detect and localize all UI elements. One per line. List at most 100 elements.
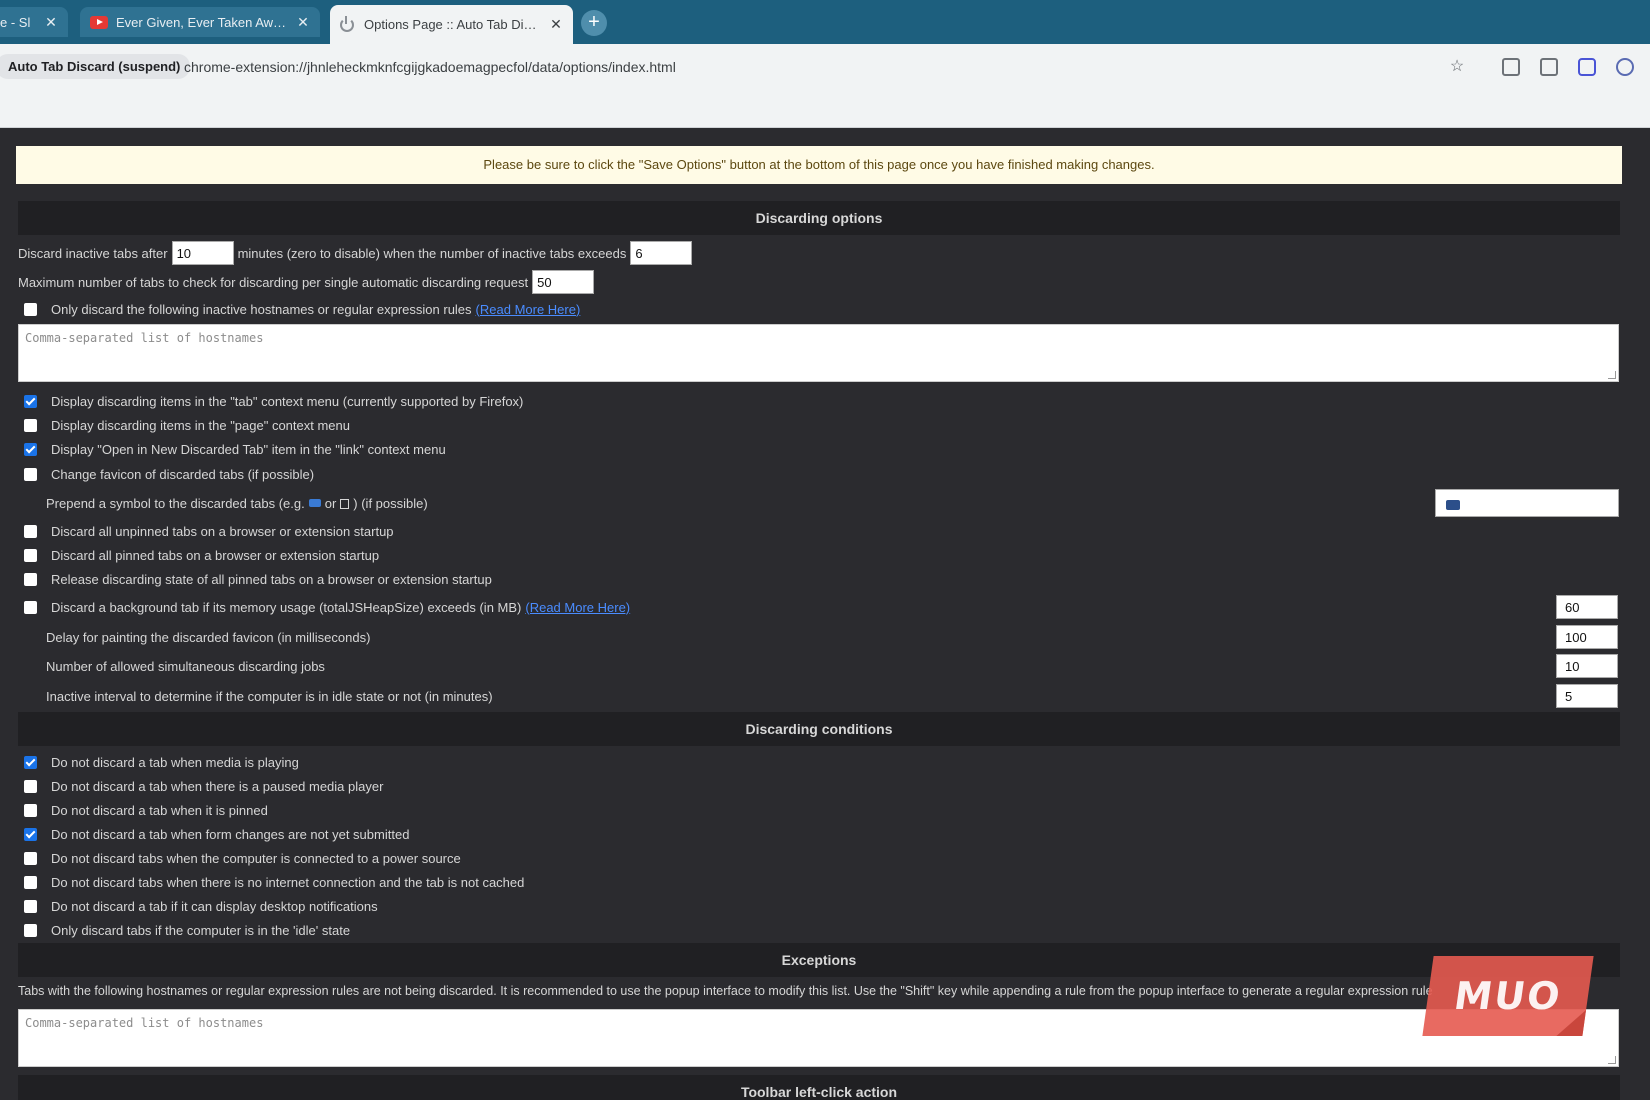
browser-tab[interactable]: e - Sl ✕: [0, 7, 68, 37]
reader-mode-icon[interactable]: [1540, 58, 1558, 76]
power-source-checkbox[interactable]: [24, 851, 37, 865]
paused-media-checkbox[interactable]: [24, 779, 37, 793]
exceptions-description-row: Tabs with the following hostnames or reg…: [18, 979, 1433, 1003]
simultaneous-jobs-input[interactable]: 10: [1556, 654, 1618, 678]
options-page: Please be sure to click the "Save Option…: [0, 128, 1650, 1100]
condition-row: Do not discard a tab when form changes a…: [18, 822, 409, 846]
form-changes-checkbox[interactable]: [24, 827, 37, 841]
condition-label: Do not discard tabs when the computer is…: [51, 850, 461, 866]
checkbox-label: Display discarding items in the "tab" co…: [51, 393, 524, 409]
exceptions-hostnames-textarea[interactable]: Comma-separated list of hostnames: [18, 1009, 1619, 1067]
tab-title: e - Sl: [0, 14, 31, 30]
section-heading-toolbar-action: Toolbar left-click action: [18, 1075, 1620, 1100]
max-tabs-input[interactable]: 50: [532, 270, 595, 294]
condition-row: Do not discard tabs when the computer is…: [18, 846, 461, 870]
media-playing-checkbox[interactable]: [24, 755, 37, 769]
condition-label: Do not discard a tab when media is playi…: [51, 754, 299, 770]
browser-tab[interactable]: Ever Given, Ever Taken Away - Y ✕: [80, 7, 320, 37]
memory-row: Discard a background tab if its memory u…: [18, 595, 630, 619]
idle-interval-label: Inactive interval to determine if the co…: [46, 688, 493, 704]
page-context-menu-checkbox[interactable]: [24, 418, 37, 432]
condition-row: Do not discard tabs when there is no int…: [18, 870, 524, 894]
resize-grip[interactable]: [1608, 371, 1616, 379]
checkbox-row: Display discarding items in the "tab" co…: [18, 389, 523, 413]
max-tabs-label: Maximum number of tabs to check for disc…: [18, 274, 529, 290]
close-icon[interactable]: ✕: [44, 14, 58, 31]
tab-title: Ever Given, Ever Taken Away - Y: [116, 14, 288, 30]
change-favicon-checkbox[interactable]: [24, 467, 37, 481]
read-more-link[interactable]: (Read More Here): [525, 600, 630, 615]
checkbox-row: Change favicon of discarded tabs (if pos…: [18, 462, 314, 486]
checkbox-row: Discard all pinned tabs on a browser or …: [18, 543, 379, 567]
discard-symbol-icon: [308, 499, 321, 507]
favicon-delay-label: Delay for painting the discarded favicon…: [46, 629, 371, 645]
memory-label: Discard a background tab if its memory u…: [51, 599, 522, 615]
read-more-link[interactable]: (Read More Here): [476, 302, 581, 317]
save-notice: Please be sure to click the "Save Option…: [16, 146, 1622, 184]
muo-watermark: MUO: [1422, 956, 1594, 1036]
hostnames-placeholder: Comma-separated list of hostnames: [25, 331, 264, 345]
idle-interval-input[interactable]: 5: [1556, 684, 1618, 708]
only-discard-row: Only discard the following inactive host…: [18, 297, 580, 321]
condition-label: Do not discard a tab when it is pinned: [51, 802, 268, 818]
desktop-notifications-checkbox[interactable]: [24, 899, 37, 913]
checkbox-label: Discard all pinned tabs on a browser or …: [51, 547, 380, 563]
section-heading-discarding-options: Discarding options: [18, 201, 1620, 235]
condition-row: Only discard tabs if the computer is in …: [18, 918, 350, 942]
condition-row: Do not discard a tab if it can display d…: [18, 894, 378, 918]
prepend-or: or: [324, 495, 337, 511]
memory-limit-input[interactable]: 60: [1556, 595, 1618, 619]
favicon-delay-row: Delay for painting the discarded favicon…: [46, 625, 370, 649]
checkbox-label: Discard all unpinned tabs on a browser o…: [51, 523, 394, 539]
only-discard-checkbox[interactable]: [24, 302, 37, 316]
discard-after-middle-label: minutes (zero to disable) when the numbe…: [237, 245, 627, 261]
checkbox-label: Display "Open in New Discarded Tab" item…: [51, 441, 446, 457]
discard-after-minutes-input[interactable]: 10: [171, 241, 234, 265]
condition-label: Do not discard a tab if it can display d…: [51, 898, 378, 914]
box-symbol-icon: [340, 499, 350, 509]
tab-context-menu-checkbox[interactable]: [24, 394, 37, 408]
extension-icon[interactable]: [1578, 58, 1596, 76]
browser-tab-active[interactable]: Options Page :: Auto Tab Discard ✕: [330, 5, 573, 44]
profile-icon[interactable]: [1616, 58, 1634, 76]
section-heading-exceptions: Exceptions: [18, 943, 1620, 977]
prepend-symbol-input[interactable]: [1435, 489, 1619, 517]
screenshot-icon[interactable]: [1502, 58, 1520, 76]
discard-pinned-startup-checkbox[interactable]: [24, 548, 37, 562]
discard-after-row: Discard inactive tabs after 10 minutes (…: [18, 241, 696, 265]
power-icon: [340, 15, 354, 32]
section-heading-discarding-conditions: Discarding conditions: [18, 712, 1620, 746]
prepend-suffix: ) (if possible): [353, 495, 428, 511]
resize-grip[interactable]: [1608, 1056, 1616, 1064]
favicon-delay-input[interactable]: 100: [1556, 625, 1618, 649]
prepend-label: Prepend a symbol to the discarded tabs (…: [46, 495, 305, 511]
new-tab-button[interactable]: +: [581, 10, 607, 36]
discard-symbol-icon: [1446, 500, 1460, 510]
no-internet-checkbox[interactable]: [24, 875, 37, 889]
star-icon[interactable]: ☆: [1448, 58, 1466, 76]
discard-unpinned-startup-checkbox[interactable]: [24, 524, 37, 538]
idle-state-checkbox[interactable]: [24, 923, 37, 937]
close-icon[interactable]: ✕: [549, 16, 563, 33]
exceptions-description: Tabs with the following hostnames or reg…: [18, 984, 1433, 998]
checkbox-row: Display "Open in New Discarded Tab" item…: [18, 437, 446, 461]
only-discard-hostnames-textarea[interactable]: Comma-separated list of hostnames: [18, 324, 1619, 382]
memory-usage-checkbox[interactable]: [24, 600, 37, 614]
condition-row: Do not discard a tab when it is pinned: [18, 798, 268, 822]
inactive-tabs-count-input[interactable]: 6: [630, 241, 693, 265]
checkbox-label: Display discarding items in the "page" c…: [51, 417, 350, 433]
idle-interval-row: Inactive interval to determine if the co…: [46, 684, 493, 708]
extension-chip[interactable]: Auto Tab Discard (suspend): [0, 54, 191, 79]
close-icon[interactable]: ✕: [296, 14, 310, 31]
checkbox-row: Release discarding state of all pinned t…: [18, 567, 492, 591]
link-context-menu-checkbox[interactable]: [24, 442, 37, 456]
condition-label: Only discard tabs if the computer is in …: [51, 922, 351, 938]
url-field[interactable]: chrome-extension://jhnleheckmknfcgijgkad…: [184, 59, 676, 75]
condition-label: Do not discard a tab when form changes a…: [51, 826, 410, 842]
prepend-symbol-row: Prepend a symbol to the discarded tabs (…: [46, 491, 428, 515]
pinned-tab-checkbox[interactable]: [24, 803, 37, 817]
checkbox-label: Change favicon of discarded tabs (if pos…: [51, 466, 315, 482]
release-pinned-startup-checkbox[interactable]: [24, 572, 37, 586]
condition-label: Do not discard a tab when there is a pau…: [51, 778, 384, 794]
checkbox-row: Discard all unpinned tabs on a browser o…: [18, 519, 394, 543]
